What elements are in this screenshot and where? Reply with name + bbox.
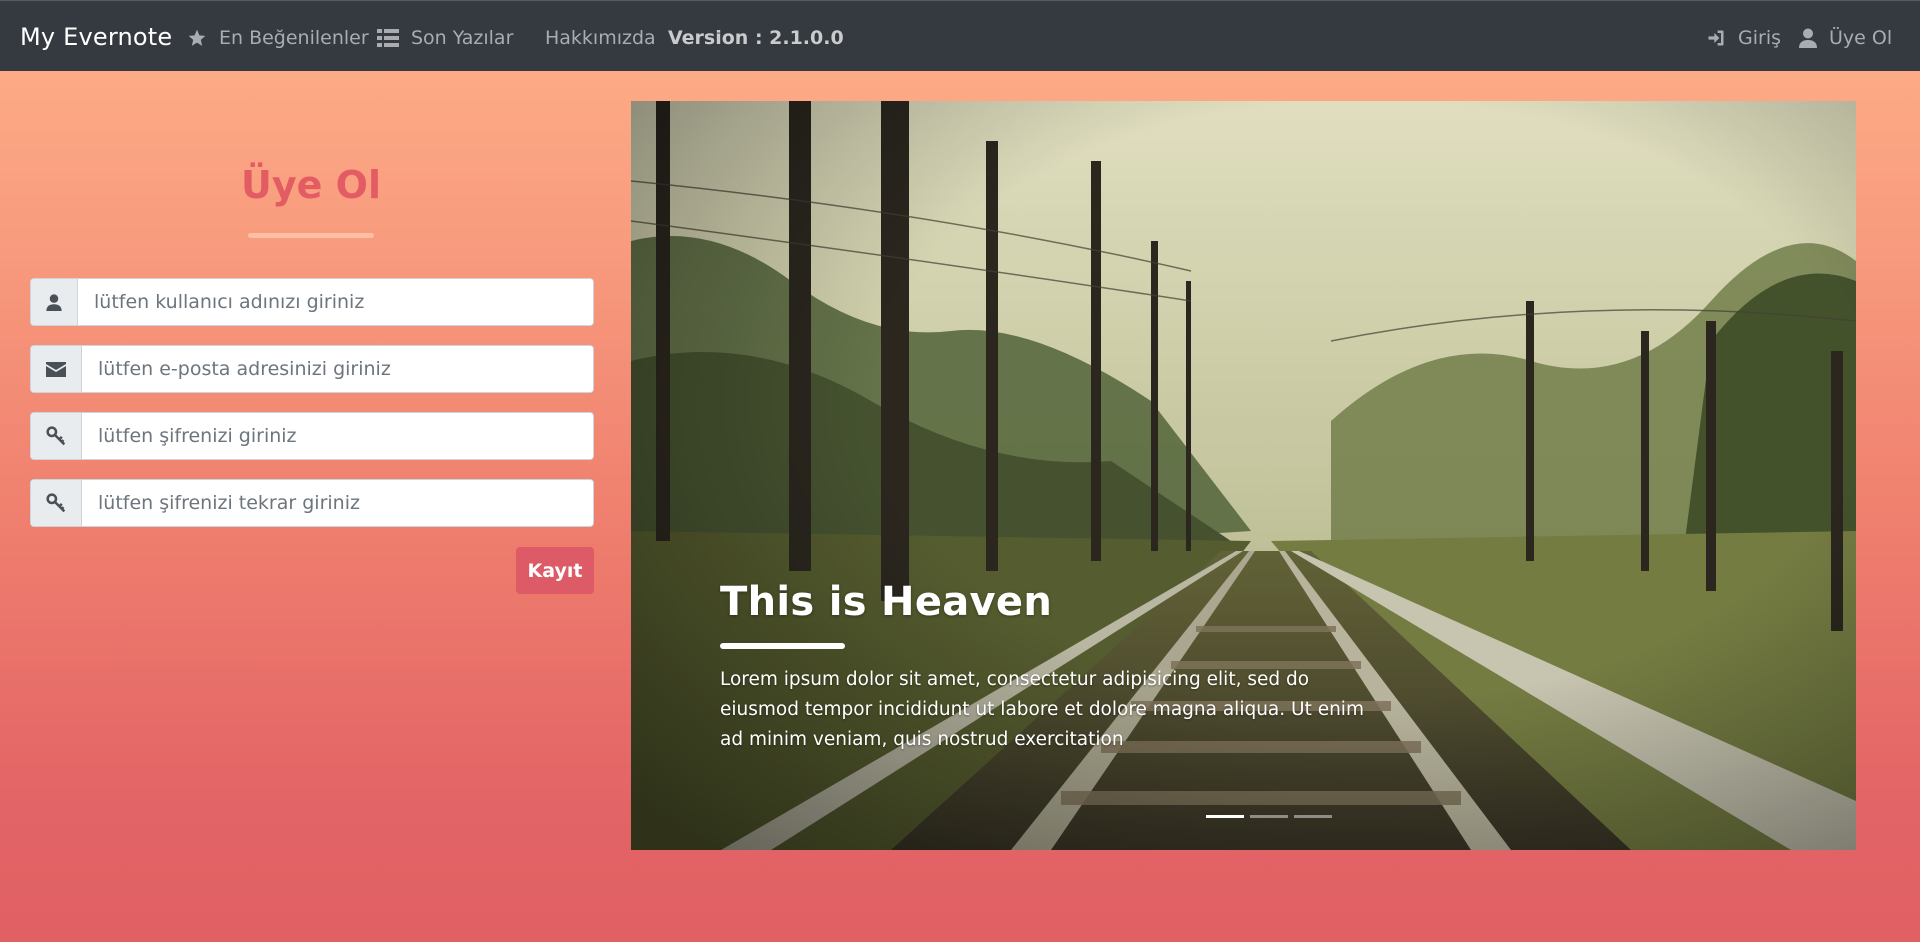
user-icon <box>46 293 62 311</box>
carousel-caption: This is Heaven Lorem ipsum dolor sit ame… <box>720 579 1370 755</box>
sign-in-icon <box>1708 30 1724 46</box>
list-icon <box>377 29 399 47</box>
key-icon <box>46 426 66 446</box>
password-repeat-addon <box>31 480 82 526</box>
nav-link-label: En Beğenilenler <box>219 27 369 49</box>
top-navbar: My Evernote En Beğenilenler Son Yazılar … <box>0 0 1920 71</box>
nav-link-label: Hakkımızda <box>545 27 656 49</box>
nav-link-label: Son Yazılar <box>411 27 514 49</box>
register-title: Üye Ol <box>241 163 381 207</box>
password-repeat-input[interactable] <box>82 480 593 526</box>
email-input[interactable] <box>82 346 593 392</box>
carousel-indicator-1[interactable] <box>1206 815 1244 818</box>
password-input[interactable] <box>82 413 593 459</box>
register-submit-button[interactable]: Kayıt <box>516 547 594 594</box>
nav-link-most-liked[interactable]: En Beğenilenler <box>187 25 369 51</box>
email-addon <box>31 346 82 392</box>
email-input-group <box>30 345 594 393</box>
nav-link-login[interactable]: Giriş <box>1706 25 1781 51</box>
password-repeat-input-group <box>30 479 594 527</box>
nav-link-label: Üye Ol <box>1829 27 1893 49</box>
key-icon <box>46 493 66 513</box>
user-icon <box>1799 28 1817 48</box>
nav-link-about[interactable]: Hakkımızda <box>545 25 656 51</box>
star-icon <box>188 29 206 46</box>
carousel-indicator-2[interactable] <box>1250 815 1288 818</box>
nav-link-label: Giriş <box>1738 27 1781 49</box>
carousel-indicator-3[interactable] <box>1294 815 1332 818</box>
version-label: Version : 2.1.0.0 <box>668 25 844 51</box>
caption-divider <box>720 643 845 649</box>
version-text: Version : 2.1.0.0 <box>668 27 844 49</box>
caption-text: Lorem ipsum dolor sit amet, consectetur … <box>720 669 1364 750</box>
password-input-group <box>30 412 594 460</box>
brand-logo-link[interactable]: My Evernote <box>20 23 172 51</box>
password-addon <box>31 413 82 459</box>
image-carousel[interactable]: This is Heaven Lorem ipsum dolor sit ame… <box>631 101 1856 850</box>
nav-link-recent-posts[interactable]: Son Yazılar <box>377 25 513 51</box>
nav-link-register[interactable]: Üye Ol <box>1799 25 1892 51</box>
username-input[interactable] <box>78 279 593 325</box>
username-input-group <box>30 278 594 326</box>
caption-title: This is Heaven <box>720 579 1053 625</box>
envelope-icon <box>46 361 66 377</box>
title-underline-divider <box>248 233 374 238</box>
carousel-indicators <box>1206 815 1332 818</box>
username-addon <box>31 279 78 325</box>
